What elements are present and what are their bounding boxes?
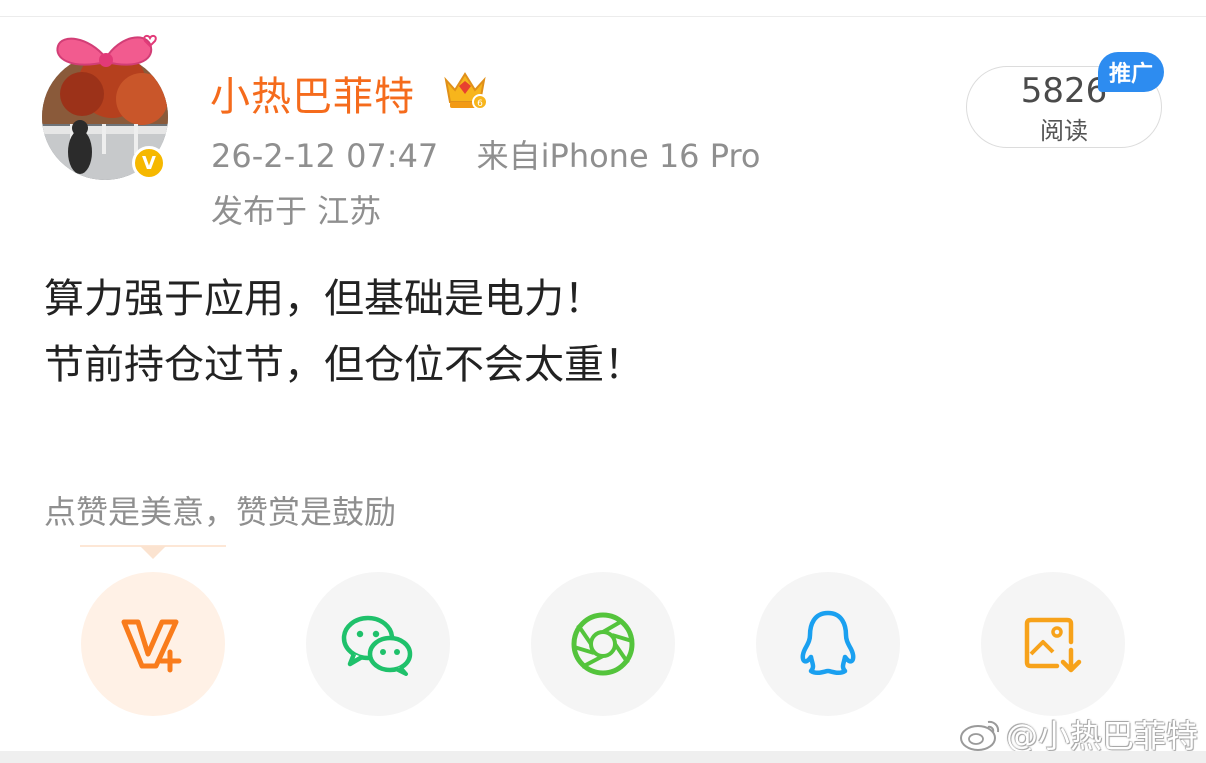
watermark: @小热巴菲特 [958, 714, 1198, 755]
top-divider [0, 16, 1206, 17]
post-line: 节前持仓过节，但仓位不会太重！ [44, 342, 644, 388]
wechat-icon [341, 615, 413, 676]
save-image-icon [1024, 617, 1082, 673]
share-wechat-button[interactable] [306, 572, 450, 716]
vip-crown-icon[interactable]: 6 [442, 68, 488, 112]
share-moments-button[interactable] [531, 572, 675, 716]
repost-button[interactable] [81, 572, 225, 716]
weibo-logo-icon [960, 720, 1000, 751]
tooltip-arrow [140, 546, 166, 559]
read-count-label: 阅读 [1040, 117, 1088, 145]
reward-tip: 点赞是美意，赞赏是鼓励 [44, 493, 397, 531]
promote-badge[interactable]: 推广 [1098, 52, 1164, 92]
repost-v-plus-icon [121, 619, 182, 673]
post-location: 发布于 江苏 [211, 192, 382, 230]
verified-badge-icon: V [132, 146, 166, 180]
moments-icon [571, 612, 635, 676]
username[interactable]: 小热巴菲特 [210, 64, 415, 122]
post-meta: 26-2-12 07:47 来自iPhone 16 Pro [211, 131, 760, 177]
post-timestamp: 26-2-12 07:47 [211, 137, 439, 175]
share-qq-button[interactable] [756, 572, 900, 716]
bottom-separator [0, 751, 1206, 763]
post-line: 算力强于应用，但基础是电力！ [44, 276, 604, 322]
svg-text:6: 6 [477, 99, 483, 109]
post-source: 来自iPhone 16 Pro [476, 137, 761, 175]
qq-icon [800, 610, 856, 676]
bow-decoration-icon [56, 34, 157, 67]
save-image-button[interactable] [981, 572, 1125, 716]
post-content: 算力强于应用，但基础是电力！ 节前持仓过节，但仓位不会太重！ [44, 266, 644, 398]
